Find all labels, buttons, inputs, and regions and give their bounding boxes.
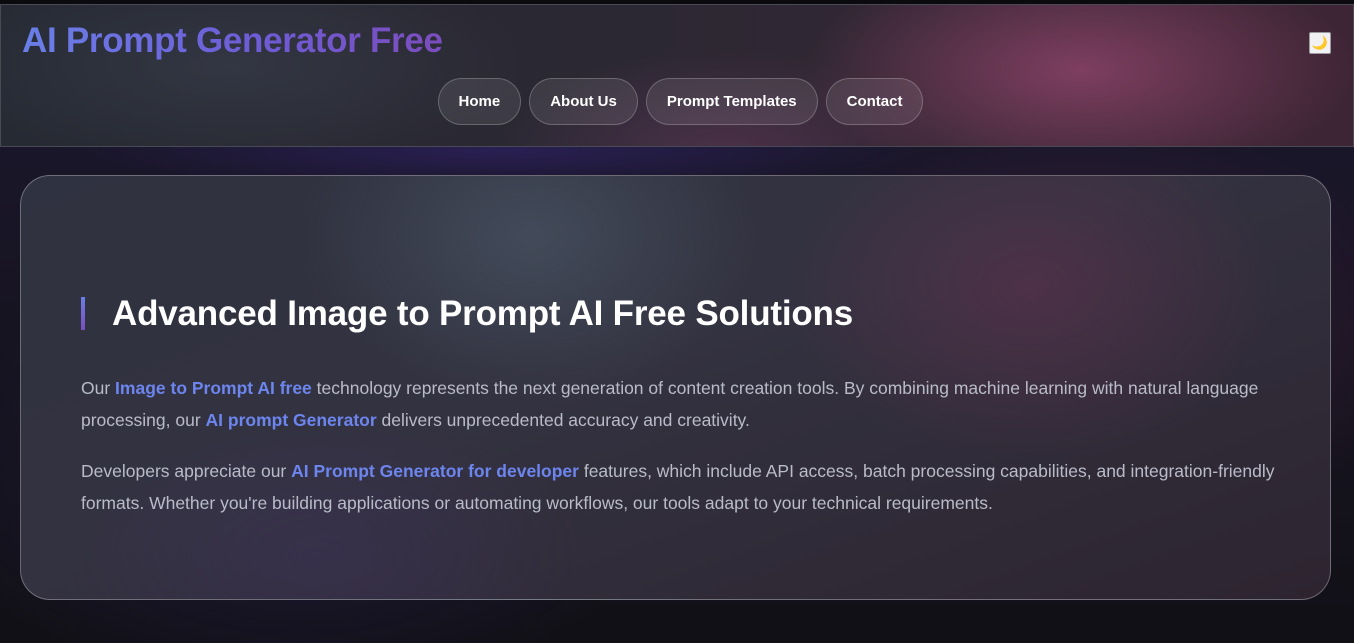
link-ai-prompt-generator[interactable]: AI prompt Generator	[206, 410, 377, 430]
nav-contact[interactable]: Contact	[825, 78, 924, 125]
content-card: Advanced Image to Prompt AI Free Solutio…	[20, 175, 1331, 600]
site-logo[interactable]: AI Prompt Generator Free	[22, 21, 443, 61]
paragraph-intro: Our Image to Prompt AI free technology r…	[81, 372, 1281, 436]
link-generator-for-developer[interactable]: AI Prompt Generator for developer	[291, 461, 579, 481]
moon-icon[interactable]: 🌙	[1309, 32, 1331, 54]
link-image-to-prompt[interactable]: Image to Prompt AI free	[115, 378, 312, 398]
section-heading: Advanced Image to Prompt AI Free Solutio…	[112, 294, 853, 333]
paragraph-text: Our	[81, 378, 116, 398]
main-nav: Home About Us Prompt Templates Contact	[1, 78, 1354, 125]
nav-about-us[interactable]: About Us	[529, 78, 638, 125]
paragraph-text: delivers unprecedented accuracy and crea…	[376, 410, 750, 430]
section-heading-wrap: Advanced Image to Prompt AI Free Solutio…	[81, 294, 853, 333]
nav-prompt-templates[interactable]: Prompt Templates	[645, 78, 818, 125]
site-header: AI Prompt Generator Free 🌙 Home About Us…	[0, 4, 1354, 147]
nav-home[interactable]: Home	[437, 78, 522, 125]
paragraph-text: Developers appreciate our	[81, 461, 292, 481]
paragraph-developers: Developers appreciate our AI Prompt Gene…	[81, 455, 1281, 519]
